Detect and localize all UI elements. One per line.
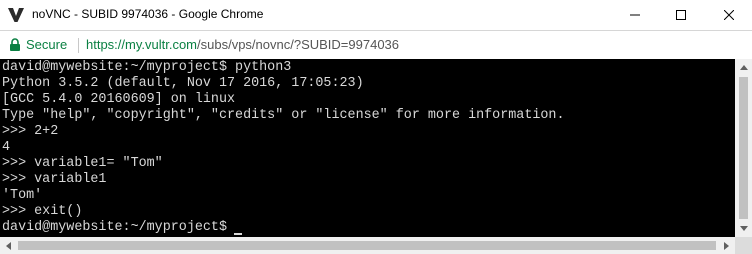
maximize-icon — [676, 10, 686, 20]
url-field[interactable]: https://my.vultr.com/subs/vps/novnc/?SUB… — [86, 37, 399, 52]
arrow-left-icon — [6, 241, 11, 250]
terminal-prompt-line: david@mywebsite:~/myproject$ — [2, 220, 227, 235]
vertical-scroll-thumb[interactable] — [739, 77, 748, 219]
arrow-down-icon — [739, 226, 748, 231]
close-button[interactable] — [706, 0, 752, 30]
terminal-cursor — [234, 233, 242, 235]
horizontal-scroll-thumb[interactable] — [18, 241, 716, 250]
vnc-terminal[interactable]: david@mywebsite:~/myproject$ python3 Pyt… — [0, 59, 735, 237]
terminal-line: >>> variable1 — [2, 172, 107, 187]
vertical-scrollbar[interactable] — [735, 59, 752, 237]
terminal-line: >>> exit() — [2, 204, 83, 219]
scroll-right-button[interactable] — [718, 237, 735, 254]
address-bar[interactable]: Secure https://my.vultr.com/subs/vps/nov… — [0, 30, 752, 59]
title-bar: noVNC - SUBID 9974036 - Google Chrome — [0, 0, 752, 30]
terminal-line: 'Tom' — [2, 188, 43, 203]
maximize-button[interactable] — [658, 0, 704, 30]
address-separator — [78, 38, 79, 53]
terminal-line: Python 3.5.2 (default, Nov 17 2016, 17:0… — [2, 76, 364, 91]
terminal-line: >>> 2+2 — [2, 124, 59, 139]
url-host: https://my.vultr.com — [86, 37, 198, 52]
terminal-line: >>> variable1= "Tom" — [2, 156, 163, 171]
lock-icon[interactable] — [9, 38, 21, 52]
horizontal-scrollbar[interactable] — [0, 237, 735, 254]
vultr-v-icon — [8, 8, 24, 22]
scroll-left-button[interactable] — [0, 237, 17, 254]
minimize-icon — [630, 14, 640, 16]
terminal-line: Type "help", "copyright", "credits" or "… — [2, 108, 565, 123]
url-path: /subs/vps/novnc/?SUBID=9974036 — [197, 37, 400, 52]
close-icon — [724, 10, 734, 20]
scroll-up-button[interactable] — [735, 59, 752, 76]
window-title: noVNC - SUBID 9974036 - Google Chrome — [32, 7, 264, 21]
arrow-up-icon — [739, 65, 748, 70]
minimize-button[interactable] — [612, 0, 658, 30]
scroll-down-button[interactable] — [735, 220, 752, 237]
terminal-line: david@mywebsite:~/myproject$ python3 — [2, 60, 292, 75]
scrollbar-corner — [735, 237, 752, 254]
terminal-line: 4 — [2, 140, 11, 155]
terminal-line: [GCC 5.4.0 20160609] on linux — [2, 92, 236, 107]
secure-label[interactable]: Secure — [26, 37, 67, 52]
arrow-right-icon — [724, 241, 729, 250]
